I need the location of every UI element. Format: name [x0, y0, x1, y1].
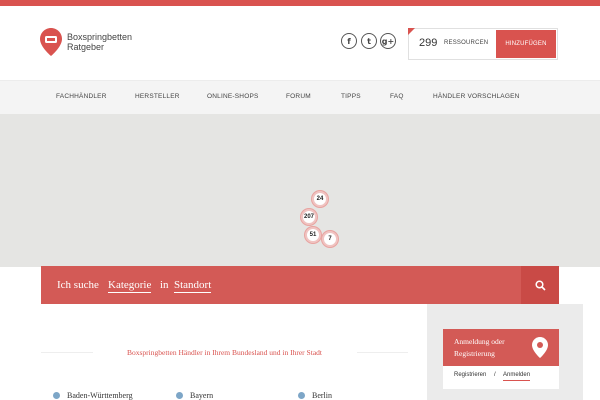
search-bar: Ich suche Kategorie in Standort — [41, 266, 559, 304]
map-cluster[interactable]: 7 — [322, 231, 338, 247]
resources-count: 299 — [419, 37, 438, 49]
nav-item-fachhaendler[interactable]: FACHHÄNDLER — [56, 93, 107, 100]
search-prefix: Ich suche — [57, 279, 99, 291]
state-label: Baden-Württemberg — [67, 391, 133, 400]
sidebar: Anmeldung oder Registrierung Registriere… — [427, 304, 583, 400]
logo-pin-icon — [40, 28, 62, 56]
logo-line1: Boxspringbetten — [67, 32, 133, 42]
nav-item-hersteller[interactable]: HERSTELLER — [135, 93, 180, 100]
state-label: Bayern — [190, 391, 214, 400]
search-button[interactable] — [521, 266, 559, 304]
state-label: Berlin — [312, 391, 332, 400]
category-select[interactable]: Kategorie — [108, 279, 152, 293]
nav-item-forum[interactable]: FORUM — [286, 93, 311, 100]
login-tabs: Registrieren / Anmelden — [454, 372, 531, 381]
login-header: Anmeldung oder Registrierung — [443, 329, 559, 366]
facebook-icon[interactable]: f — [341, 33, 357, 49]
nav-item-tipps[interactable]: TIPPS — [341, 93, 361, 100]
nav-item-online-shops[interactable]: ONLINE-SHOPS — [207, 93, 259, 100]
site-logo[interactable]: Boxspringbetten Ratgeber — [40, 28, 132, 56]
add-resource-button[interactable]: HINZUFÜGEN — [496, 30, 556, 58]
resources-widget: 299 RESSOURCEN HINZUFÜGEN — [408, 28, 558, 60]
tab-login[interactable]: Anmelden — [503, 372, 531, 381]
google-plus-icon[interactable]: g+ — [380, 33, 396, 49]
logo-line2: Ratgeber — [67, 42, 105, 52]
nav-item-haendler-vorschlagen[interactable]: HÄNDLER VORSCHLAGEN — [433, 93, 520, 100]
search-icon — [534, 279, 546, 291]
state-link-bw[interactable]: Baden-Württemberg — [53, 391, 133, 400]
map-cluster[interactable]: 207 — [301, 209, 317, 225]
logo-text: Boxspringbetten Ratgeber — [67, 32, 132, 52]
main-nav: FACHHÄNDLER HERSTELLER ONLINE-SHOPS FORU… — [0, 80, 600, 114]
state-link-berlin[interactable]: Berlin — [298, 391, 332, 400]
login-title: Anmeldung oder Registrierung — [454, 337, 505, 358]
section-title: Boxspringbetten Händler in Ihrem Bundesl… — [127, 348, 322, 357]
tab-register[interactable]: Registrieren — [454, 372, 486, 378]
map-pin-icon — [532, 337, 548, 358]
globe-icon — [176, 392, 183, 399]
resources-label: RESSOURCEN — [444, 40, 489, 46]
corner-ribbon — [408, 28, 415, 35]
map-area[interactable]: 24 207 51 7 — [0, 114, 600, 267]
site-header: Boxspringbetten Ratgeber f t g+ 299 RESS… — [0, 6, 600, 80]
tab-separator: / — [494, 372, 496, 378]
globe-icon — [53, 392, 60, 399]
login-widget: Anmeldung oder Registrierung Registriere… — [443, 329, 559, 389]
map-cluster[interactable]: 24 — [312, 191, 328, 207]
globe-icon — [298, 392, 305, 399]
map-cluster[interactable]: 51 — [305, 227, 321, 243]
nav-item-faq[interactable]: FAQ — [390, 93, 404, 100]
location-input[interactable]: Standort — [174, 279, 212, 293]
state-link-bayern[interactable]: Bayern — [176, 391, 213, 400]
twitter-icon[interactable]: t — [361, 33, 377, 49]
search-joiner: in — [160, 279, 169, 291]
